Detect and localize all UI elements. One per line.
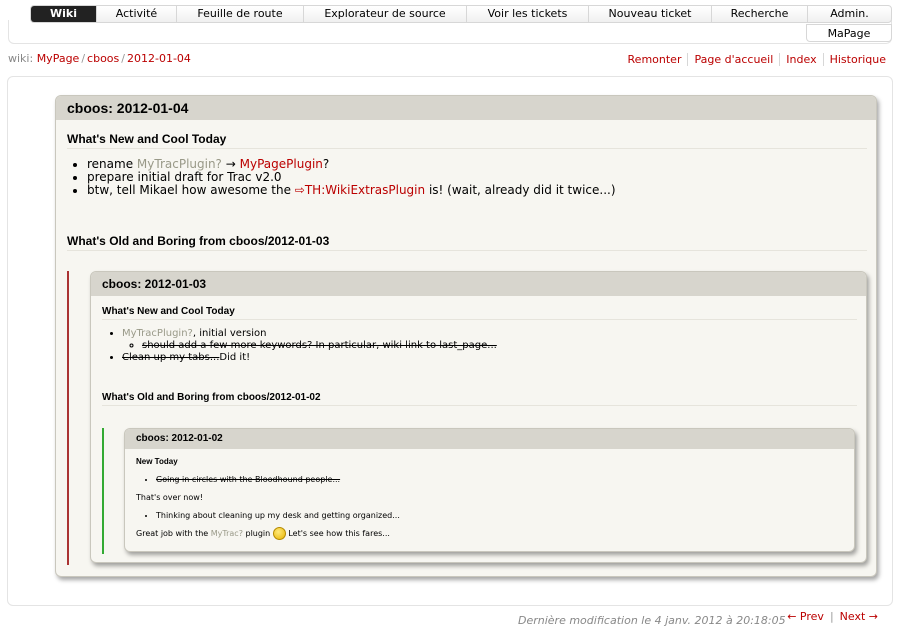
breadcrumb-mypage[interactable]: MyPage (37, 52, 80, 65)
new-today-heading: New Today (136, 457, 178, 466)
nav-admin[interactable]: Admin. (808, 6, 891, 22)
next-link[interactable]: Next → (840, 610, 878, 623)
new-cool-heading: What's New and Cool Today (102, 306, 857, 320)
quote-bar (102, 428, 104, 554)
nav-submenu-mapage[interactable]: MaPage (806, 24, 892, 42)
old-boring-heading: What's Old and Boring from cboos/2012-01… (102, 392, 857, 406)
prev-next-nav: ← Prev | Next → (787, 610, 878, 623)
todo-list: MyTracPlugin?, initial version should ad… (102, 328, 497, 364)
embedded-title: cboos: 2012-01-02 (125, 429, 854, 449)
breadcrumb-cboos[interactable]: cboos (87, 52, 119, 65)
embedded-page-2012-01-02: cboos: 2012-01-02 New Today Going in cir… (124, 428, 855, 552)
nav-explorateur[interactable]: Explorateur de source (304, 6, 467, 22)
link-wikiextrasplugin[interactable]: ⇨TH:WikiExtrasPlugin (295, 183, 425, 197)
nav-feuille-de-route[interactable]: Feuille de route (177, 6, 304, 22)
ctxt-historique[interactable]: Historique (824, 53, 886, 66)
list-item: btw, tell Mikael how awesome the ⇨TH:Wik… (87, 184, 616, 197)
list-item: Thinking about cleaning up my desk and g… (156, 511, 400, 521)
last-modified: Dernière modification le 4 janv. 2012 à … (518, 614, 786, 627)
nav-activite[interactable]: Activité (97, 6, 177, 22)
nav-wiki[interactable]: Wiki (31, 6, 97, 22)
quote-bar (67, 271, 69, 565)
list-item: Clean up my tabs...Did it! (122, 352, 497, 364)
embedded-page-2012-01-03: cboos: 2012-01-03 What's New and Cool To… (90, 271, 867, 563)
new-cool-heading: What's New and Cool Today (67, 132, 867, 149)
mainnav-frame (8, 20, 892, 44)
embedded-title: cboos: 2012-01-03 (91, 272, 866, 296)
main-navigation: Wiki Activité Feuille de route Explorate… (30, 5, 892, 23)
old-boring-heading: What's Old and Boring from cboos/2012-01… (67, 234, 867, 251)
todo-list: Thinking about cleaning up my desk and g… (136, 511, 400, 521)
link-mytracplugin[interactable]: MyTracPlugin? (122, 328, 193, 339)
link-mytracplugin[interactable]: MyTracPlugin? (137, 157, 222, 171)
list-item: MyTracPlugin?, initial version should ad… (122, 328, 497, 352)
arrow-icon: → (225, 157, 236, 171)
over-text: That's over now! (136, 493, 204, 502)
list-item: Going in circles with the Bloodhound peo… (156, 475, 340, 485)
prev-link[interactable]: ← Prev (787, 610, 824, 623)
link-mypageplugin[interactable]: MyPagePlugin (240, 157, 323, 171)
nav-recherche[interactable]: Recherche (712, 6, 808, 22)
page-title: cboos: 2012-01-04 (56, 96, 876, 120)
todo-list: Going in circles with the Bloodhound peo… (136, 475, 340, 485)
nav-nouveau-ticket[interactable]: Nouveau ticket (589, 6, 712, 22)
wink-smiley-icon (272, 527, 286, 540)
breadcrumb: wiki: MyPage / cboos/2012-01-04 (8, 52, 191, 65)
link-mytrac[interactable]: MyTrac? (211, 529, 243, 538)
ctxt-remonter[interactable]: Remonter (622, 53, 689, 66)
list-item: should add a few more keywords? In parti… (142, 340, 497, 352)
ctxt-index[interactable]: Index (780, 53, 824, 66)
great-job-line: Great job with the MyTrac? plugin Let's … (136, 527, 390, 540)
nav-voir-tickets[interactable]: Voir les tickets (467, 6, 589, 22)
page-panel: cboos: 2012-01-04 What's New and Cool To… (55, 95, 877, 577)
todo-list: rename MyTracPlugin? → MyPagePlugin? pre… (67, 158, 616, 197)
ctxt-page-accueil[interactable]: Page d'accueil (688, 53, 781, 66)
breadcrumb-date[interactable]: 2012-01-04 (127, 52, 191, 65)
breadcrumb-prefix: wiki: (8, 52, 34, 65)
context-navigation: Remonter Page d'accueil Index Historique (622, 53, 886, 66)
